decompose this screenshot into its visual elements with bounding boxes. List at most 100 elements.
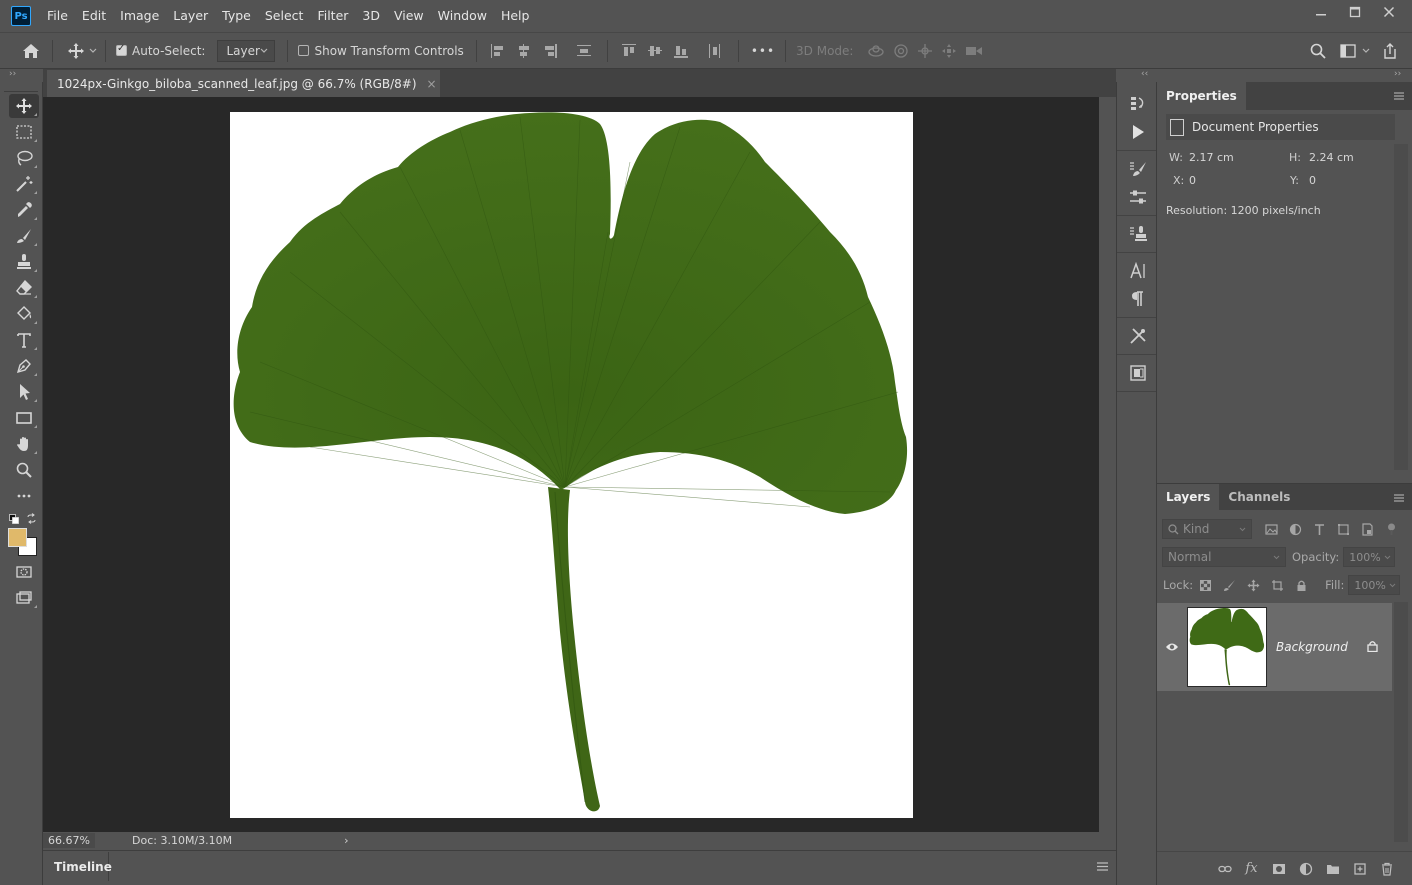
lock-position-icon[interactable]: [1241, 575, 1265, 595]
3d-camera-icon[interactable]: [965, 44, 983, 58]
more-options-icon[interactable]: •••: [751, 44, 775, 58]
layer-kind-filter[interactable]: Kind: [1162, 519, 1252, 539]
search-icon[interactable]: [1310, 43, 1326, 59]
filter-type-icon[interactable]: [1307, 519, 1331, 539]
adjustments-icon[interactable]: [1117, 183, 1158, 211]
tab-properties[interactable]: Properties: [1157, 82, 1246, 110]
layer-thumbnail[interactable]: [1187, 607, 1267, 687]
auto-select-checkbox[interactable]: [116, 43, 127, 56]
pen-tool[interactable]: [9, 354, 39, 378]
new-layer-icon[interactable]: [1346, 862, 1373, 876]
eyedropper-tool[interactable]: [9, 198, 39, 222]
minimize-icon[interactable]: [1306, 0, 1336, 24]
close-window-icon[interactable]: [1374, 0, 1404, 24]
menu-filter[interactable]: Filter: [310, 0, 355, 32]
close-tab-icon[interactable]: ×: [427, 77, 437, 91]
menu-window[interactable]: Window: [431, 0, 494, 32]
app-logo[interactable]: Ps: [11, 6, 31, 26]
timeline-tab[interactable]: Timeline: [47, 852, 112, 881]
layers-scrollbar[interactable]: [1394, 602, 1408, 842]
new-group-icon[interactable]: [1319, 862, 1346, 876]
align-top-icon[interactable]: [621, 43, 636, 58]
quick-mask-button[interactable]: [9, 560, 39, 584]
maximize-icon[interactable]: [1340, 0, 1370, 24]
more-tools-button[interactable]: [9, 484, 39, 508]
brush-tool[interactable]: [9, 224, 39, 248]
3d-roll-icon[interactable]: [893, 43, 909, 59]
actions-play-icon[interactable]: [1117, 118, 1158, 146]
rectangle-tool[interactable]: [9, 406, 39, 430]
lock-artboard-icon[interactable]: [1265, 575, 1289, 595]
clone-source-icon[interactable]: [1117, 220, 1158, 248]
width-value[interactable]: 2.17 cm: [1189, 151, 1234, 164]
status-menu-arrow[interactable]: ›: [344, 834, 348, 847]
tool-presets-icon[interactable]: [1117, 322, 1158, 350]
zoom-tool[interactable]: [9, 458, 39, 482]
x-value[interactable]: 0: [1189, 174, 1196, 187]
properties-scrollbar[interactable]: [1394, 144, 1408, 470]
3d-slide-icon[interactable]: [941, 43, 957, 59]
menu-image[interactable]: Image: [113, 0, 166, 32]
lock-pixels-icon[interactable]: [1217, 575, 1241, 595]
hand-tool[interactable]: [9, 432, 39, 456]
home-icon[interactable]: [22, 43, 40, 59]
filter-toggle-icon[interactable]: [1379, 519, 1403, 539]
move-tool-preset-icon[interactable]: [67, 42, 85, 60]
magic-wand-tool[interactable]: [9, 172, 39, 196]
align-left-icon[interactable]: [490, 43, 505, 58]
panel-menu-icon[interactable]: [1394, 492, 1404, 505]
height-value[interactable]: 2.24 cm: [1309, 151, 1354, 164]
menu-help[interactable]: Help: [494, 0, 537, 32]
screen-mode-button[interactable]: [9, 586, 39, 610]
3d-orbit-icon[interactable]: [867, 43, 885, 59]
canvas-area[interactable]: [43, 97, 1099, 832]
menu-edit[interactable]: Edit: [75, 0, 113, 32]
layer-lock-icon[interactable]: [1367, 640, 1378, 655]
align-vertical-center-icon[interactable]: [647, 44, 662, 58]
tab-channels[interactable]: Channels: [1219, 484, 1299, 510]
path-select-tool[interactable]: [9, 380, 39, 404]
collapse-iconstrip-icon[interactable]: ‹‹: [1141, 69, 1148, 82]
stamp-tool[interactable]: [9, 250, 39, 274]
delete-layer-icon[interactable]: [1373, 862, 1400, 876]
swap-colors-icon[interactable]: [26, 513, 37, 524]
new-adjustment-layer-icon[interactable]: [1292, 862, 1319, 876]
lasso-tool[interactable]: [9, 146, 39, 170]
opacity-field[interactable]: 100%: [1343, 547, 1396, 567]
chevron-down-icon[interactable]: [89, 48, 97, 54]
menu-layer[interactable]: Layer: [166, 0, 215, 32]
layer-name[interactable]: Background: [1276, 640, 1348, 654]
filter-smart-object-icon[interactable]: [1355, 519, 1379, 539]
tab-layers[interactable]: Layers: [1157, 484, 1220, 510]
document-tab[interactable]: 1024px-Ginkgo_biloba_scanned_leaf.jpg @ …: [47, 70, 440, 97]
eraser-tool[interactable]: [9, 276, 39, 300]
distribute-horizontal-icon[interactable]: [708, 43, 722, 58]
chevron-down-icon[interactable]: [1362, 48, 1370, 54]
collapse-panels-icon[interactable]: ››: [1394, 69, 1401, 82]
filter-adjustment-icon[interactable]: [1283, 519, 1307, 539]
vertical-scrollbar[interactable]: [1099, 97, 1116, 832]
show-transform-checkbox[interactable]: [298, 45, 310, 56]
paint-bucket-tool[interactable]: [9, 302, 39, 326]
distribute-vertical-icon[interactable]: [576, 44, 591, 58]
menu-select[interactable]: Select: [258, 0, 311, 32]
lock-transparent-icon[interactable]: [1193, 575, 1217, 595]
visibility-eye-icon[interactable]: [1157, 642, 1187, 652]
lock-all-icon[interactable]: [1289, 575, 1313, 595]
menu-3d[interactable]: 3D: [355, 0, 387, 32]
align-bottom-icon[interactable]: [673, 44, 688, 58]
menu-file[interactable]: File: [40, 0, 75, 32]
default-colors-icon[interactable]: [9, 514, 19, 524]
brush-settings-icon[interactable]: [1117, 155, 1158, 183]
3d-drag-icon[interactable]: [917, 43, 933, 59]
panel-menu-icon[interactable]: [1394, 90, 1404, 103]
filter-shape-icon[interactable]: [1331, 519, 1355, 539]
y-value[interactable]: 0: [1309, 174, 1316, 187]
layer-style-fx-icon[interactable]: fx: [1238, 861, 1265, 876]
share-icon[interactable]: [1382, 42, 1398, 59]
zoom-level-field[interactable]: 66.67%: [43, 833, 95, 848]
document-canvas[interactable]: [230, 112, 913, 818]
workspace-icon[interactable]: [1340, 43, 1356, 58]
menu-type[interactable]: Type: [215, 0, 258, 32]
link-layers-icon[interactable]: [1211, 862, 1238, 876]
